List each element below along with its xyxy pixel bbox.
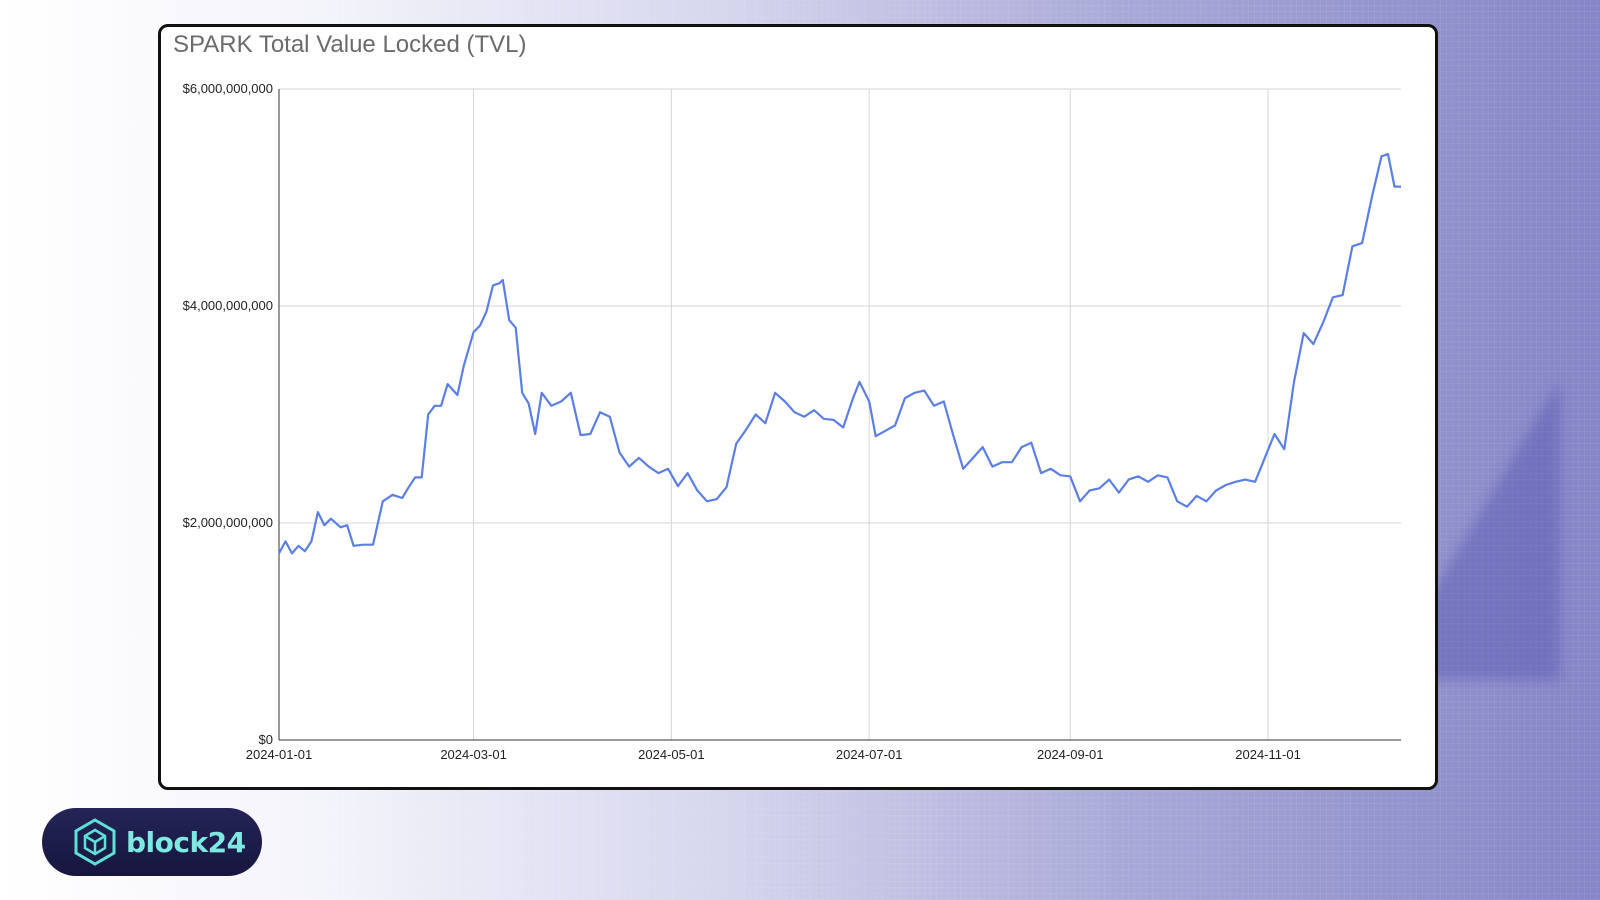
x-tick-label: 2024-07-01 (836, 747, 903, 762)
x-tick-label: 2024-11-01 (1235, 747, 1301, 762)
grid-layer (279, 88, 1401, 740)
y-tick-label: $4,000,000,000 (183, 298, 273, 313)
x-tick-label: 2024-05-01 (638, 747, 705, 762)
hexagon-cube-icon (74, 818, 116, 866)
line-chart: $0 $2,000,000,000 $4,000,000,000 $6,000,000… (183, 81, 1401, 762)
axis-layer: $0 $2,000,000,000 $4,000,000,000 $6,000,000… (183, 81, 1401, 762)
tvl-series-line (278, 152, 1401, 555)
x-tick-label: 2024-09-01 (1037, 747, 1104, 762)
x-tick-label: 2024-03-01 (440, 747, 507, 762)
series-layer (278, 152, 1401, 555)
brand-name: block24 (126, 825, 246, 859)
y-tick-label: $6,000,000,000 (183, 81, 273, 96)
brand-logo: block24 (42, 808, 262, 876)
chart-card: SPARK Total Value Locked (TVL) $0 $2,000,… (158, 24, 1438, 790)
y-tick-label: $2,000,000,000 (183, 515, 273, 530)
x-tick-label: 2024-01-01 (246, 747, 313, 762)
y-tick-label: $0 (259, 732, 273, 747)
